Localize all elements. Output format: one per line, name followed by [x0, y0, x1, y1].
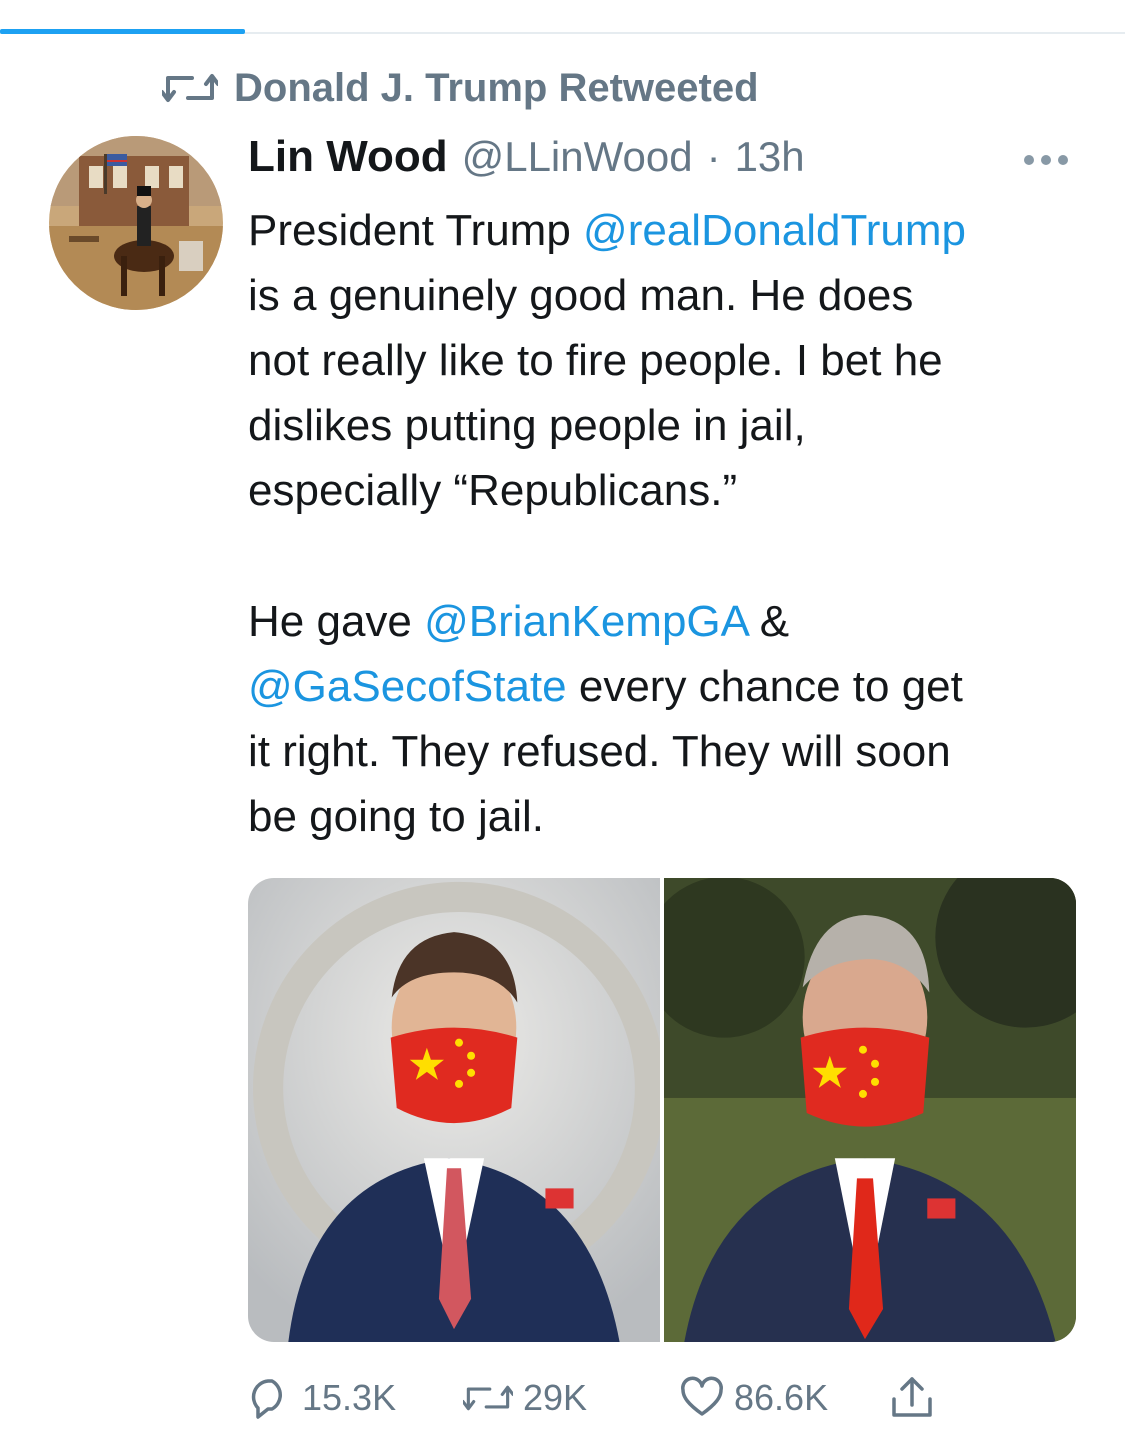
tweet-text: President Trump @realDonaldTrump is a ge… — [248, 198, 1098, 849]
author-handle[interactable]: @LLinWood — [462, 133, 693, 181]
text-segment: dislikes putting people in jail, — [248, 401, 806, 450]
tweet-line: dislikes putting people in jail, — [248, 393, 1098, 458]
retweet-action-icon — [463, 1378, 513, 1418]
retweet-context-text[interactable]: Donald J. Trump Retweeted — [234, 66, 759, 111]
retweet-context[interactable]: Donald J. Trump Retweeted — [162, 62, 759, 114]
retweet-icon — [162, 68, 218, 108]
mention-link[interactable]: @BrianKempGA — [424, 597, 747, 646]
tweet-line: especially “Republicans.” — [248, 458, 1098, 523]
retweet-button[interactable]: 29K — [463, 1374, 587, 1422]
text-segment: President Trump — [248, 206, 584, 255]
text-segment: not really like to fire people. I bet he — [248, 336, 943, 385]
retweet-count: 29K — [523, 1377, 588, 1418]
heart-icon — [680, 1376, 724, 1420]
separator-dot: · — [706, 133, 721, 180]
text-segment: is a genuinely good man. He does — [248, 271, 914, 320]
tweet-line: @GaSecofState every chance to get — [248, 654, 1098, 719]
active-tab-indicator — [0, 29, 245, 34]
like-button[interactable]: 86.6K — [680, 1374, 828, 1422]
share-button[interactable] — [890, 1374, 934, 1422]
paragraph-break — [248, 523, 1098, 589]
text-segment: & — [747, 597, 790, 646]
reply-button[interactable]: 15.3K — [248, 1374, 396, 1422]
share-icon — [890, 1375, 934, 1421]
more-options-icon[interactable] — [1024, 150, 1080, 170]
timestamp[interactable]: 13h — [735, 133, 805, 181]
tweet-line: He gave @BrianKempGA & — [248, 589, 1098, 654]
tweet-media[interactable] — [248, 878, 1076, 1342]
media-photo-right[interactable] — [664, 878, 1076, 1342]
media-photo-left[interactable] — [248, 878, 660, 1342]
author-name[interactable]: Lin Wood — [248, 132, 448, 182]
text-segment: every chance to get — [566, 662, 963, 711]
text-segment: it right. They refused. They will soon — [248, 727, 951, 776]
reply-count: 15.3K — [302, 1377, 397, 1418]
text-segment: especially “Republicans.” — [248, 466, 738, 515]
tweet-line: President Trump @realDonaldTrump — [248, 198, 1098, 263]
avatar[interactable] — [49, 136, 223, 310]
mention-link[interactable]: @realDonaldTrump — [583, 206, 966, 255]
text-segment: He gave — [248, 597, 425, 646]
mention-link[interactable]: @GaSecofState — [248, 662, 567, 711]
tweet-line: is a genuinely good man. He does — [248, 263, 1098, 328]
like-count: 86.6K — [734, 1377, 829, 1418]
tweet-header: Lin Wood @LLinWood · 13h — [248, 132, 805, 192]
tweet-actions: 15.3K 29K 86.6K — [248, 1374, 968, 1422]
reply-icon — [248, 1376, 292, 1420]
tweet-line: not really like to fire people. I bet he — [248, 328, 1098, 393]
tweet-line: it right. They refused. They will soon — [248, 719, 1098, 784]
text-segment: be going to jail. — [248, 792, 544, 841]
tweet-line: be going to jail. — [248, 784, 1098, 849]
